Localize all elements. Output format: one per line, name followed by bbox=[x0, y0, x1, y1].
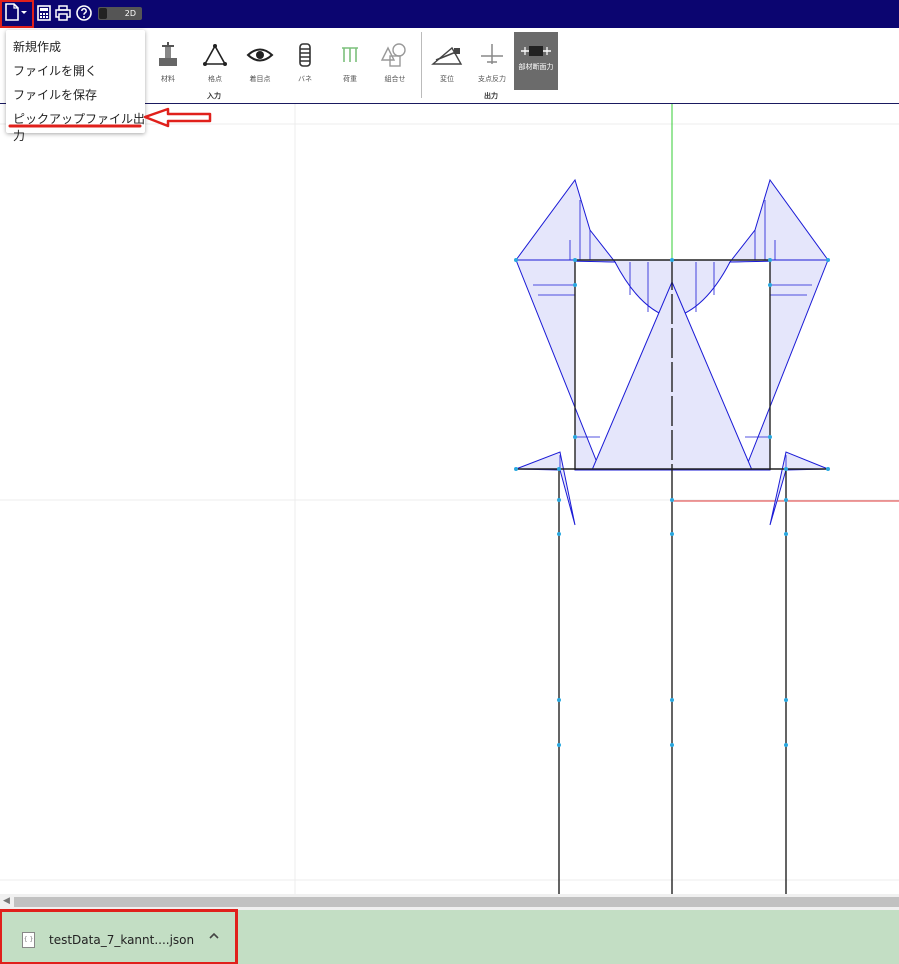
section-force-icon bbox=[521, 46, 551, 56]
spring-icon bbox=[299, 43, 311, 67]
eye-icon bbox=[246, 48, 274, 62]
json-file-icon: { } bbox=[22, 932, 35, 948]
combination-icon bbox=[380, 43, 406, 67]
tool-material[interactable]: 材料 bbox=[148, 40, 188, 84]
toolbar-separator bbox=[421, 32, 422, 98]
top-bar: 2D bbox=[0, 0, 899, 28]
input-group-label: 入力 bbox=[207, 92, 221, 100]
annotation-arrow bbox=[8, 107, 212, 128]
tool-section-force[interactable]: 部材断面力 bbox=[514, 32, 558, 90]
2d-3d-toggle[interactable]: 2D bbox=[98, 7, 142, 20]
tool-displacement-label: 変位 bbox=[440, 75, 454, 83]
download-filename: testData_7_kannt....json bbox=[49, 933, 195, 947]
displacement-icon bbox=[431, 46, 463, 65]
tool-material-label: 材料 bbox=[161, 75, 175, 83]
download-item[interactable]: { } testData_7_kannt....json bbox=[0, 909, 238, 964]
tool-combination[interactable]: 組合せ bbox=[375, 40, 415, 84]
file-icon bbox=[5, 3, 27, 21]
diagram-corner-tl bbox=[515, 178, 617, 263]
material-icon bbox=[159, 42, 177, 66]
menu-item-open[interactable]: ファイルを開く bbox=[13, 62, 97, 79]
tool-notice-point[interactable]: 着目点 bbox=[240, 40, 280, 84]
file-menu-button[interactable] bbox=[0, 0, 34, 28]
horizontal-scrollbar[interactable]: ◀ bbox=[0, 894, 899, 910]
menu-item-save[interactable]: ファイルを保存 bbox=[13, 86, 97, 103]
load-icon bbox=[342, 47, 358, 62]
tool-load[interactable]: 荷重 bbox=[330, 40, 370, 84]
print-button[interactable] bbox=[54, 4, 74, 24]
download-bar: { } testData_7_kannt....json bbox=[0, 909, 899, 964]
tool-spring[interactable]: バネ bbox=[285, 40, 325, 84]
tool-reaction-label: 支点反力 bbox=[478, 75, 506, 83]
tool-section-force-label: 部材断面力 bbox=[518, 63, 554, 71]
diagram-corner-tr bbox=[728, 178, 829, 263]
chevron-up-icon[interactable] bbox=[208, 930, 220, 944]
tool-combination-label: 組合せ bbox=[384, 75, 406, 83]
tool-reaction[interactable]: 支点反力 bbox=[472, 40, 512, 84]
menu-item-new[interactable]: 新規作成 bbox=[13, 38, 61, 55]
printer-icon bbox=[55, 5, 71, 21]
tool-displacement[interactable]: 変位 bbox=[427, 40, 467, 84]
diagram-canvas[interactable] bbox=[0, 104, 899, 894]
help-icon bbox=[76, 5, 92, 21]
diagram-right-column bbox=[744, 259, 829, 471]
tool-load-label: 荷重 bbox=[343, 75, 357, 83]
tool-panel[interactable]: 格点 bbox=[195, 40, 235, 84]
calculate-button[interactable] bbox=[36, 4, 56, 24]
mode-label: 2D bbox=[124, 9, 136, 18]
diagram-corner-bl bbox=[515, 451, 576, 526]
diagram-corner-br bbox=[769, 451, 829, 526]
tool-spring-label: バネ bbox=[298, 75, 312, 83]
output-group-label: 出力 bbox=[484, 92, 498, 100]
scroll-left-arrow-icon[interactable]: ◀ bbox=[3, 896, 10, 906]
triangle-icon bbox=[203, 44, 227, 66]
tool-panel-label: 格点 bbox=[208, 75, 222, 83]
scrollbar-thumb[interactable] bbox=[14, 897, 899, 907]
help-button[interactable] bbox=[75, 4, 95, 24]
toggle-knob bbox=[99, 8, 107, 19]
calculator-icon bbox=[37, 5, 51, 21]
diagram-left-column bbox=[515, 259, 601, 471]
tool-notice-point-label: 着目点 bbox=[249, 75, 271, 83]
reaction-icon bbox=[481, 44, 503, 64]
